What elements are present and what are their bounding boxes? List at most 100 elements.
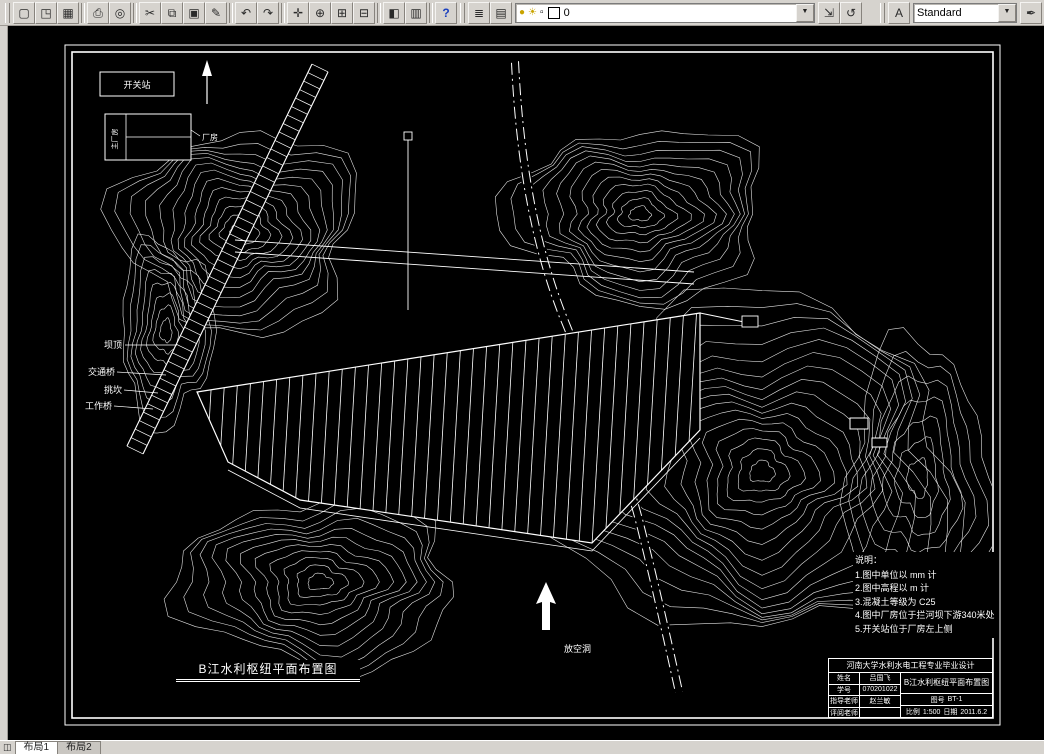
zoom-window-icon[interactable]: ⊞ [331, 1, 353, 24]
toolbar: ▢ ◳ ▦ ⎙ ◎ ✂ ⧉ ▣ ✎ ↶ ↷ ✛ ⊕ ⊞ ⊟ ◧ ▥ ? ≣ ▤ … [0, 0, 1044, 26]
tab-layout1[interactable]: 布局1 [14, 740, 59, 754]
style-toolbar-group: A Standard ▼ ✒ [877, 1, 1042, 24]
plant-callout-leader [190, 129, 201, 137]
title-block-row: 评阅老师 [829, 707, 900, 719]
name-value: 吕国飞 [869, 675, 891, 683]
toolbar-grip[interactable] [880, 2, 885, 23]
title-block-row: 姓名 吕国飞 [829, 673, 900, 685]
toolbar-separator [429, 2, 433, 23]
help-icon[interactable]: ? [435, 1, 457, 24]
save-icon[interactable]: ▦ [57, 1, 79, 24]
note-item: 5.开关站位于厂房左上侧 [855, 623, 953, 634]
approach-line-1 [234, 239, 695, 273]
layer-previous-icon[interactable]: ↺ [840, 1, 862, 24]
layers-icon[interactable]: ≣ [468, 1, 490, 24]
toolbar-separator [229, 2, 233, 23]
title-block: 河南大学水利水电工程专业毕业设计 姓名 吕国飞 学号 070201022 指导老… [828, 658, 993, 718]
title-block-header: 河南大学水利水电工程专业毕业设计 [829, 659, 992, 673]
layer-combo[interactable]: ● ☀ ▫ 0 ▼ [515, 2, 815, 23]
plot-preview-icon[interactable]: ◎ [109, 1, 131, 24]
drawing-notes: 说明： 1.图中单位以 mm 计 2.图中高程以 m 计 3.混凝土等级为 C2… [853, 552, 997, 638]
new-icon[interactable]: ▢ [13, 1, 35, 24]
drawing-no-label: 图号 [930, 696, 945, 704]
reviewer-label: 评阅老师 [829, 707, 860, 718]
main-plant-label: 主厂房 [110, 129, 119, 150]
designcenter-icon[interactable]: ▥ [405, 1, 427, 24]
chevron-down-icon[interactable]: ▼ [796, 3, 814, 22]
pen-icon[interactable]: ✒ [1020, 1, 1042, 24]
undo-icon[interactable]: ↶ [235, 1, 257, 24]
left-dock-strip [0, 26, 8, 740]
app-window: ▢ ◳ ▦ ⎙ ◎ ✂ ⧉ ▣ ✎ ↶ ↷ ✛ ⊕ ⊞ ⊟ ◧ ▥ ? ≣ ▤ … [0, 0, 1044, 754]
layer-color-chip [547, 6, 560, 19]
open-icon[interactable]: ◳ [35, 1, 57, 24]
tab-layout2[interactable]: 布局2 [57, 740, 101, 754]
title-block-row: 指导老师 赵兰敏 [829, 696, 900, 708]
date-value: 2011.6.2 [960, 708, 988, 716]
layer-on-icon: ● [519, 7, 526, 18]
toolbar-separator [281, 2, 285, 23]
drawing-no-value: BT-1 [947, 696, 963, 704]
redo-icon[interactable]: ↷ [257, 1, 279, 24]
layout-tab-bar: ◫ 布局1 布局2 [0, 740, 1044, 754]
note-item: 1.图中单位以 mm 计 [855, 569, 937, 580]
current-style-name: Standard [917, 6, 962, 19]
title-block-row: 图号 BT-1 [901, 694, 992, 707]
cut-icon[interactable]: ✂ [139, 1, 161, 24]
toolbar-separator [81, 2, 85, 23]
plant-callout-label: 厂房 [202, 132, 218, 142]
layer-lock-icon: ▫ [540, 7, 544, 18]
id-label: 学号 [829, 684, 860, 695]
chevron-down-icon[interactable]: ▼ [998, 3, 1016, 22]
layout-tabs-icon: ◫ [3, 742, 12, 752]
properties-icon[interactable]: ◧ [383, 1, 405, 24]
layer-states-icon[interactable]: ▤ [490, 1, 512, 24]
intake-box [741, 315, 759, 328]
toolbar-grip[interactable] [5, 2, 10, 23]
cursor-arrow [536, 582, 556, 630]
scale-label: 比例 [905, 709, 920, 717]
plot-icon[interactable]: ⎙ [87, 1, 109, 24]
notes-heading: 说明： [855, 555, 883, 565]
name-label: 姓名 [829, 673, 860, 684]
switch-station-label: 开关站 [123, 79, 150, 90]
powerhouse-mark-2 [871, 437, 888, 448]
zoom-previous-icon[interactable]: ⊟ [353, 1, 375, 24]
make-layer-current-icon[interactable]: ⇲ [818, 1, 840, 24]
toolbar-separator [377, 2, 381, 23]
emptying-tunnel-label: 放空洞 [564, 643, 591, 654]
traffic-bridge-label: 交通桥 [88, 366, 115, 377]
current-layer-name: 0 [563, 6, 570, 19]
title-block-drawing-name: B江水利枢纽平面布置图 [901, 673, 992, 694]
drawing-title: B江水利枢纽平面布置图 [176, 660, 360, 682]
dam-crest-label: 坝顶 [104, 340, 122, 350]
drawing-canvas[interactable]: 开关站 主厂房 厂房 坝顶 交通桥 挑坎 工作桥 放空洞 说明： 1.图中单位以… [8, 26, 1044, 740]
text-style-icon[interactable]: A [888, 1, 910, 24]
north-arrow-icon [202, 60, 212, 76]
note-item: 2.图中高程以 m 计 [855, 583, 930, 593]
powerhouse-mark-1 [849, 417, 869, 430]
advisor-value: 赵兰敏 [869, 698, 891, 706]
toolbar-separator [133, 2, 137, 23]
zoom-realtime-icon[interactable]: ⊕ [309, 1, 331, 24]
reviewer-value [860, 708, 900, 719]
note-item: 4.图中厂房位于拦河坝下游340米处 [855, 610, 995, 620]
layer-freeze-icon: ☀ [528, 7, 538, 18]
paste-icon[interactable]: ▣ [183, 1, 205, 24]
advisor-label: 指导老师 [829, 696, 860, 707]
toolbar-grip[interactable] [460, 2, 465, 23]
match-properties-icon[interactable]: ✎ [205, 1, 227, 24]
scale-value: 1:500 [922, 708, 941, 716]
date-label: 日期 [943, 709, 958, 717]
pan-icon[interactable]: ✛ [287, 1, 309, 24]
title-block-row: 比例 1:500 日期 2011.6.2 [901, 706, 992, 718]
axis-marker [403, 131, 413, 141]
work-bridge-label: 工作桥 [85, 400, 112, 411]
style-combo[interactable]: Standard ▼ [913, 2, 1017, 23]
title-block-row: 学号 070201022 [829, 684, 900, 696]
id-value: 070201022 [862, 686, 898, 694]
note-item: 3.混凝土等级为 C25 [855, 596, 936, 607]
flip-bucket-label: 挑坎 [104, 384, 122, 395]
copy-icon[interactable]: ⧉ [161, 1, 183, 24]
intake-line [699, 312, 745, 323]
